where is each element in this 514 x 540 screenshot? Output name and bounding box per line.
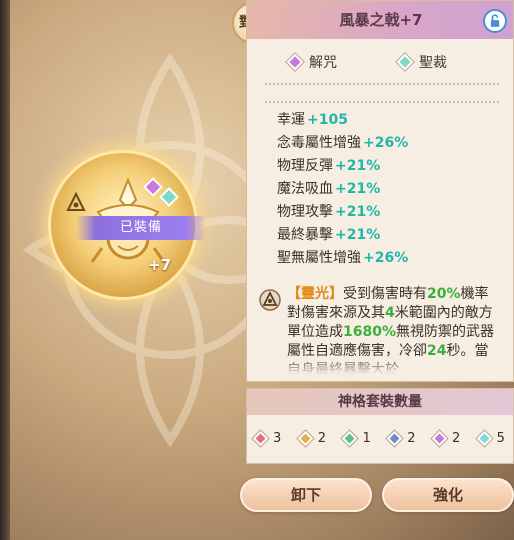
blue-gem-icon bbox=[386, 430, 403, 446]
set-count: 2 bbox=[407, 430, 416, 446]
skill-emblem-icon bbox=[259, 289, 281, 311]
divider bbox=[265, 83, 499, 85]
tab-label: 聖裁 bbox=[419, 55, 447, 71]
panel-header: 風暴之戟+7 bbox=[247, 1, 513, 39]
stat-value: +21% bbox=[335, 181, 381, 197]
stat-value: +26% bbox=[363, 135, 409, 151]
desc-value: 4 bbox=[385, 305, 395, 321]
stat-name: 物理反彈 bbox=[277, 158, 333, 174]
left-edge bbox=[0, 0, 10, 540]
desc-part: 受到傷害時有 bbox=[343, 286, 427, 302]
stat-name: 聖無屬性增強 bbox=[277, 250, 361, 266]
set-panel-title: 神格套裝數量 bbox=[247, 389, 513, 415]
stat-row: 最終暴擊 +21% bbox=[277, 224, 497, 247]
stat-row: 物理攻擊 +21% bbox=[277, 201, 497, 224]
stat-row: 聖無屬性增強 +26% bbox=[277, 247, 497, 270]
desc-value: 20% bbox=[427, 286, 461, 302]
tab-judgment[interactable]: 聖裁 bbox=[396, 47, 447, 77]
set-item: 5 bbox=[476, 427, 505, 449]
cyan-gem-icon bbox=[476, 430, 492, 446]
set-item: 2 bbox=[386, 427, 416, 449]
equipped-badge: 已裝備 bbox=[76, 216, 206, 240]
item-title: 風暴之戟+7 bbox=[339, 11, 423, 29]
set-count-panel: 神格套裝數量 3 2 1 2 2 5 bbox=[246, 388, 514, 464]
enhance-level: +7 bbox=[148, 256, 172, 274]
set-count: 1 bbox=[362, 430, 371, 446]
divider bbox=[265, 101, 499, 103]
set-item: 3 bbox=[252, 427, 282, 449]
stat-name: 幸運 bbox=[277, 112, 305, 128]
stat-value: +105 bbox=[307, 112, 348, 128]
set-item: 2 bbox=[297, 427, 327, 449]
set-item: 2 bbox=[431, 427, 461, 449]
set-count: 2 bbox=[317, 430, 327, 446]
stat-name: 物理攻擊 bbox=[277, 204, 333, 220]
stat-row: 念毒屬性增強 +26% bbox=[277, 132, 497, 155]
stat-row: 魔法吸血 +21% bbox=[277, 178, 497, 201]
desc-value: 1680% bbox=[343, 324, 396, 340]
green-gem-icon bbox=[342, 430, 358, 446]
stat-value: +26% bbox=[363, 250, 409, 266]
tab-label: 解咒 bbox=[309, 55, 337, 71]
skill-name: 【靈光】 bbox=[287, 286, 343, 302]
stat-list: 幸運 +105 念毒屬性增強 +26% 物理反彈 +21% 魔法吸血 +21% 物理攻擊… bbox=[277, 109, 497, 270]
skill-description[interactable]: 【靈光】受到傷害時有20%機率對傷害來源及其4米範圍內的敵方單位造成1680%無… bbox=[257, 283, 503, 375]
equipped-item-orb[interactable]: 已裝備 +7 bbox=[30, 132, 216, 318]
set-count-row: 3 2 1 2 2 5 bbox=[252, 427, 505, 449]
stat-value: +21% bbox=[335, 227, 381, 243]
stat-value: +21% bbox=[335, 158, 381, 174]
set-count: 3 bbox=[273, 430, 282, 446]
stat-name: 魔法吸血 bbox=[277, 181, 333, 197]
item-detail-panel: 風暴之戟+7 解咒 聖裁 幸運 +105 念毒屬性增強 +26% 物理反彈 +21% … bbox=[246, 0, 514, 382]
enhance-button[interactable]: 強化 bbox=[382, 478, 514, 512]
stat-value: +21% bbox=[335, 204, 381, 220]
gold-gem-icon bbox=[297, 430, 314, 446]
scroll-fade bbox=[257, 355, 503, 375]
stat-row: 物理反彈 +21% bbox=[277, 155, 497, 178]
unequip-button[interactable]: 卸下 bbox=[240, 478, 372, 512]
set-count: 2 bbox=[451, 430, 461, 446]
enchant-tabs: 解咒 聖裁 bbox=[247, 47, 513, 77]
tab-dispel[interactable]: 解咒 bbox=[286, 47, 337, 77]
stat-row: 幸運 +105 bbox=[277, 109, 497, 132]
emblem-mark-icon bbox=[66, 192, 86, 211]
set-count: 5 bbox=[496, 430, 505, 446]
purple-gem-icon bbox=[431, 430, 448, 446]
red-gem-icon bbox=[252, 430, 269, 446]
stat-name: 念毒屬性增強 bbox=[277, 135, 361, 151]
set-item: 1 bbox=[342, 427, 371, 449]
pink-gem-icon bbox=[286, 53, 304, 71]
stat-name: 最終暴擊 bbox=[277, 227, 333, 243]
teal-gem-icon bbox=[396, 53, 414, 71]
lock-icon[interactable] bbox=[483, 9, 507, 33]
